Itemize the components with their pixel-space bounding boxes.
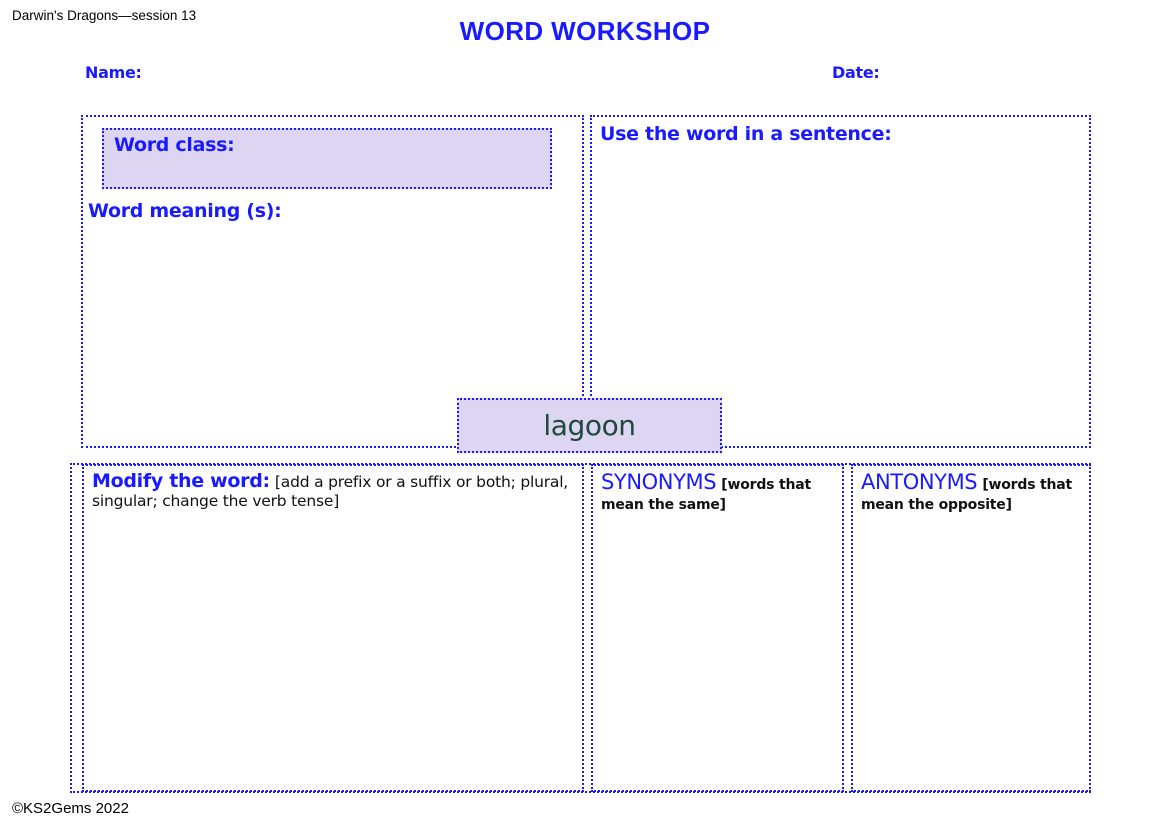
synonyms-heading: SYNONYMS [words that mean the same] xyxy=(601,470,836,514)
word-class-box[interactable]: Word class: xyxy=(102,128,552,189)
name-field-label: Name: xyxy=(85,63,142,82)
word-meaning-label: Word meaning (s): xyxy=(88,200,281,222)
focus-word-text: lagoon xyxy=(543,409,635,442)
antonyms-label: ANTONYMS xyxy=(861,470,977,494)
synonyms-label: SYNONYMS xyxy=(601,470,716,494)
modify-word-label: Modify the word: xyxy=(92,470,270,492)
modify-word-heading: Modify the word: [add a prefix or a suff… xyxy=(92,470,576,511)
focus-word-box: lagoon xyxy=(457,398,722,453)
modify-word-panel[interactable]: Modify the word: [add a prefix or a suff… xyxy=(82,464,584,792)
sentence-panel-label: Use the word in a sentence: xyxy=(600,123,892,145)
antonyms-heading: ANTONYMS [words that mean the opposite] xyxy=(861,470,1083,514)
page-title: WORD WORKSHOP xyxy=(0,16,1170,47)
word-class-label: Word class: xyxy=(114,134,234,156)
antonyms-panel[interactable]: ANTONYMS [words that mean the opposite] xyxy=(851,464,1091,792)
copyright-notice: ©KS2Gems 2022 xyxy=(12,800,129,817)
date-field-label: Date: xyxy=(832,63,879,82)
synonyms-panel[interactable]: SYNONYMS [words that mean the same] xyxy=(591,464,844,792)
